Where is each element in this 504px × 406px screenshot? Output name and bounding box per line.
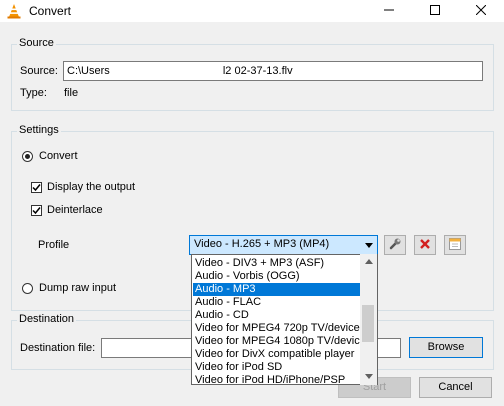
close-icon	[475, 4, 487, 18]
display-output-label: Display the output	[47, 181, 136, 193]
title-bar: Convert	[0, 0, 504, 22]
new-profile-button[interactable]	[444, 235, 466, 255]
source-path-field[interactable]: C:\Users l2 02-37-13.flv	[63, 61, 483, 81]
vlc-cone-icon	[6, 3, 22, 19]
window-title: Convert	[29, 4, 72, 18]
profile-option[interactable]: Audio - Vorbis (OGG)	[193, 270, 361, 283]
maximize-button[interactable]	[412, 0, 458, 22]
profile-option[interactable]: Video for iPod HD/iPhone/PSP	[193, 374, 361, 384]
display-output-checkbox[interactable]	[31, 182, 42, 193]
convert-radio[interactable]	[22, 151, 33, 162]
minimize-icon	[384, 5, 394, 18]
wrench-icon	[388, 237, 402, 254]
profile-selected-value: Video - H.265 + MP3 (MP4)	[194, 238, 330, 250]
type-label: Type:	[20, 87, 47, 99]
edit-profile-button[interactable]	[384, 235, 406, 255]
delete-icon	[419, 238, 431, 253]
dropdown-arrow-icon	[365, 243, 373, 248]
dropdown-scrollbar[interactable]	[360, 254, 377, 385]
dump-raw-label: Dump raw input	[39, 282, 117, 294]
profile-select[interactable]: Video - H.265 + MP3 (MP4)	[189, 235, 378, 255]
scroll-down-icon[interactable]	[365, 374, 373, 379]
scrollbar-thumb[interactable]	[362, 305, 374, 342]
new-profile-icon	[448, 237, 462, 254]
radio-selected-dot	[25, 154, 30, 159]
profile-dropdown-list: Video - DIV3 + MP3 (ASF) Audio - Vorbis …	[191, 254, 378, 385]
profile-option[interactable]: Video - DIV3 + MP3 (ASF)	[193, 257, 361, 270]
profile-option[interactable]: Video for DivX compatible player	[193, 348, 361, 361]
profile-option[interactable]: Video for iPod SD	[193, 361, 361, 374]
minimize-button[interactable]	[366, 0, 412, 22]
checkmark-icon	[32, 184, 41, 192]
scroll-up-icon[interactable]	[365, 259, 373, 264]
cancel-button[interactable]: Cancel	[419, 377, 492, 398]
convert-label: Convert	[39, 150, 78, 162]
source-group-title: Source	[17, 37, 56, 49]
profile-label: Profile	[38, 239, 70, 251]
browse-button[interactable]: Browse	[409, 337, 483, 358]
profile-option-highlighted[interactable]: Audio - MP3	[193, 283, 361, 296]
deinterlace-checkbox[interactable]	[31, 205, 42, 216]
source-label: Source:	[20, 65, 58, 77]
checkmark-icon	[32, 207, 41, 215]
settings-group-title: Settings	[17, 124, 61, 136]
maximize-icon	[430, 4, 440, 18]
type-value: file	[64, 87, 79, 99]
profile-option[interactable]: Audio - FLAC	[193, 296, 361, 309]
close-button[interactable]	[458, 0, 504, 22]
dump-raw-radio[interactable]	[22, 283, 33, 294]
destination-group-title: Destination	[17, 313, 77, 325]
profile-option[interactable]: Audio - CD	[193, 309, 361, 322]
deinterlace-label: Deinterlace	[47, 204, 103, 216]
delete-profile-button[interactable]	[414, 235, 436, 255]
profile-option[interactable]: Video for MPEG4 1080p TV/device	[193, 335, 361, 348]
profile-option[interactable]: Video for MPEG4 720p TV/device	[193, 322, 361, 335]
destination-file-label: Destination file:	[20, 342, 96, 354]
